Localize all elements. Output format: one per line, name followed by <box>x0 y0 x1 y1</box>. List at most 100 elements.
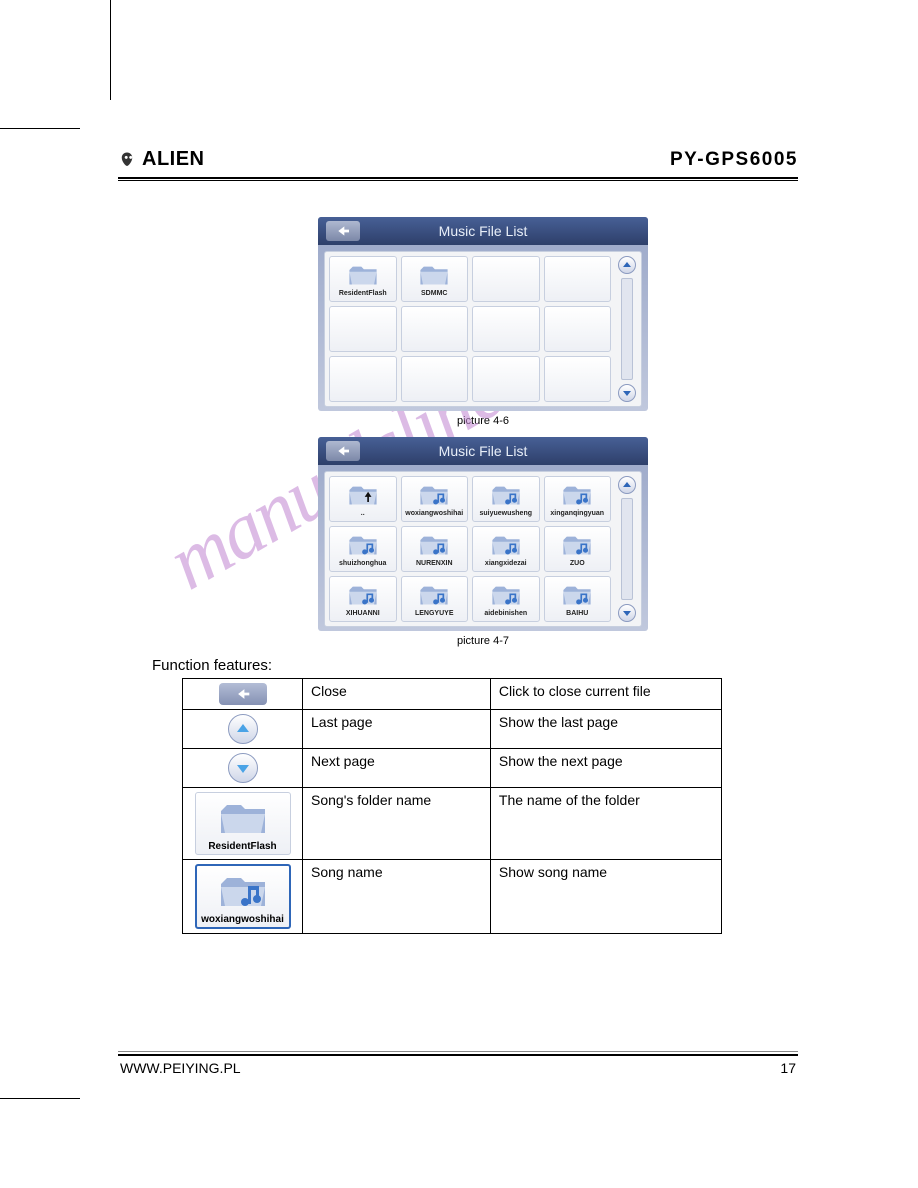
chevron-down-icon <box>622 388 632 398</box>
feature-desc: Click to close current file <box>490 679 721 710</box>
chevron-up-icon <box>622 480 632 490</box>
sample-label: ResidentFlash <box>208 841 276 852</box>
grid-cell-empty[interactable] <box>329 356 397 402</box>
page-header: ALIEN PY-GPS6005 <box>118 148 798 175</box>
grid-cell-song[interactable]: aidebinishen <box>472 576 540 622</box>
device-titlebar: Music File List <box>318 217 648 245</box>
cell-label: xiangxidezai <box>473 559 539 571</box>
feature-icon-cell <box>183 749 303 788</box>
music-folder-icon <box>417 583 451 609</box>
folder-sample: ResidentFlash <box>195 792 291 855</box>
file-grid: .. woxiangwoshihai suiyuewusheng xinganq… <box>329 476 611 622</box>
music-folder-icon <box>417 483 451 509</box>
cell-label: woxiangwoshihai <box>402 509 468 521</box>
arrow-left-icon <box>335 444 351 458</box>
device-titlebar: Music File List <box>318 437 648 465</box>
grid-cell-parent[interactable]: .. <box>329 476 397 522</box>
grid-cell-empty[interactable] <box>472 256 540 302</box>
footer-rule-thin <box>118 1051 798 1052</box>
feature-name: Song's folder name <box>303 788 491 860</box>
grid-cell-empty[interactable] <box>472 356 540 402</box>
cell-label: ResidentFlash <box>330 289 396 301</box>
music-folder-icon <box>346 583 380 609</box>
scroll-up-button[interactable] <box>618 256 636 274</box>
close-button-sample <box>219 683 267 705</box>
folder-up-icon <box>346 483 380 509</box>
grid-cell-empty[interactable] <box>329 306 397 352</box>
feature-name: Close <box>303 679 491 710</box>
crop-mark-top <box>110 0 111 100</box>
cell-label: aidebinishen <box>473 609 539 621</box>
grid-cell-empty[interactable] <box>472 306 540 352</box>
music-folder-icon <box>346 533 380 559</box>
feature-name: Next page <box>303 749 491 788</box>
device-panel: ResidentFlash SDMMC <box>324 251 642 407</box>
cell-label: .. <box>330 509 396 521</box>
table-row: Last page Show the last page <box>183 710 722 749</box>
grid-cell-residentflash[interactable]: ResidentFlash <box>329 256 397 302</box>
grid-cell-song[interactable]: XIHUANNI <box>329 576 397 622</box>
cell-label: NURENXIN <box>402 559 468 571</box>
back-button[interactable] <box>326 441 360 461</box>
back-button[interactable] <box>326 221 360 241</box>
scroll-sidebar <box>617 476 637 622</box>
grid-cell-empty[interactable] <box>544 356 612 402</box>
page-footer: WWW.PEIYING.PL 17 <box>118 1056 798 1076</box>
screenshot-4-6: Music File List ResidentFlash SDMMC <box>318 217 648 411</box>
next-page-button-sample <box>228 753 258 783</box>
chevron-up-icon <box>622 260 632 270</box>
arrow-left-icon <box>234 687 252 701</box>
grid-cell-song[interactable]: xiangxidezai <box>472 526 540 572</box>
cell-label: BAIHU <box>545 609 611 621</box>
grid-cell-song[interactable]: BAIHU <box>544 576 612 622</box>
cell-label: ZUO <box>545 559 611 571</box>
device-title: Music File List <box>439 223 528 239</box>
feature-icon-cell: ResidentFlash <box>183 788 303 860</box>
caption-4-7: picture 4-7 <box>188 635 778 647</box>
grid-cell-song[interactable]: suiyuewusheng <box>472 476 540 522</box>
chevron-up-icon <box>235 721 251 737</box>
crop-mark-left-bottom <box>0 1098 80 1099</box>
feature-desc: Show the last page <box>490 710 721 749</box>
grid-cell-empty[interactable] <box>401 306 469 352</box>
folder-icon <box>346 263 380 289</box>
scroll-down-button[interactable] <box>618 384 636 402</box>
folder-icon <box>417 263 451 289</box>
feature-desc: Show song name <box>490 860 721 934</box>
footer-url: WWW.PEIYING.PL <box>120 1060 241 1076</box>
feature-icon-cell <box>183 679 303 710</box>
cell-label: SDMMC <box>402 289 468 301</box>
feature-icon-cell: woxiangwoshihai <box>183 860 303 934</box>
scroll-down-button[interactable] <box>618 604 636 622</box>
model-number: PY-GPS6005 <box>670 149 798 171</box>
header-rule-thick <box>118 177 798 179</box>
scroll-sidebar <box>617 256 637 402</box>
sample-label: woxiangwoshihai <box>201 914 284 925</box>
chevron-down-icon <box>622 608 632 618</box>
music-folder-icon <box>489 483 523 509</box>
grid-cell-song[interactable]: ZUO <box>544 526 612 572</box>
table-row: woxiangwoshihai Song name Show song name <box>183 860 722 934</box>
device-panel: .. woxiangwoshihai suiyuewusheng xinganq… <box>324 471 642 627</box>
grid-cell-song[interactable]: woxiangwoshihai <box>401 476 469 522</box>
grid-cell-song[interactable]: shuizhonghua <box>329 526 397 572</box>
scroll-track[interactable] <box>621 498 633 600</box>
features-table: Close Click to close current file Last p… <box>182 678 722 934</box>
music-folder-icon <box>560 483 594 509</box>
alien-icon <box>118 151 136 169</box>
grid-cell-empty[interactable] <box>544 256 612 302</box>
grid-cell-empty[interactable] <box>401 356 469 402</box>
crop-mark-left-top <box>0 128 80 129</box>
grid-cell-song[interactable]: NURENXIN <box>401 526 469 572</box>
file-grid: ResidentFlash SDMMC <box>329 256 611 402</box>
music-folder-icon <box>489 533 523 559</box>
grid-cell-song[interactable]: LENGYUYE <box>401 576 469 622</box>
arrow-left-icon <box>335 224 351 238</box>
grid-cell-sdmmc[interactable]: SDMMC <box>401 256 469 302</box>
feature-desc: The name of the folder <box>490 788 721 860</box>
grid-cell-empty[interactable] <box>544 306 612 352</box>
scroll-track[interactable] <box>621 278 633 380</box>
grid-cell-song[interactable]: xinganqingyuan <box>544 476 612 522</box>
last-page-button-sample <box>228 714 258 744</box>
scroll-up-button[interactable] <box>618 476 636 494</box>
